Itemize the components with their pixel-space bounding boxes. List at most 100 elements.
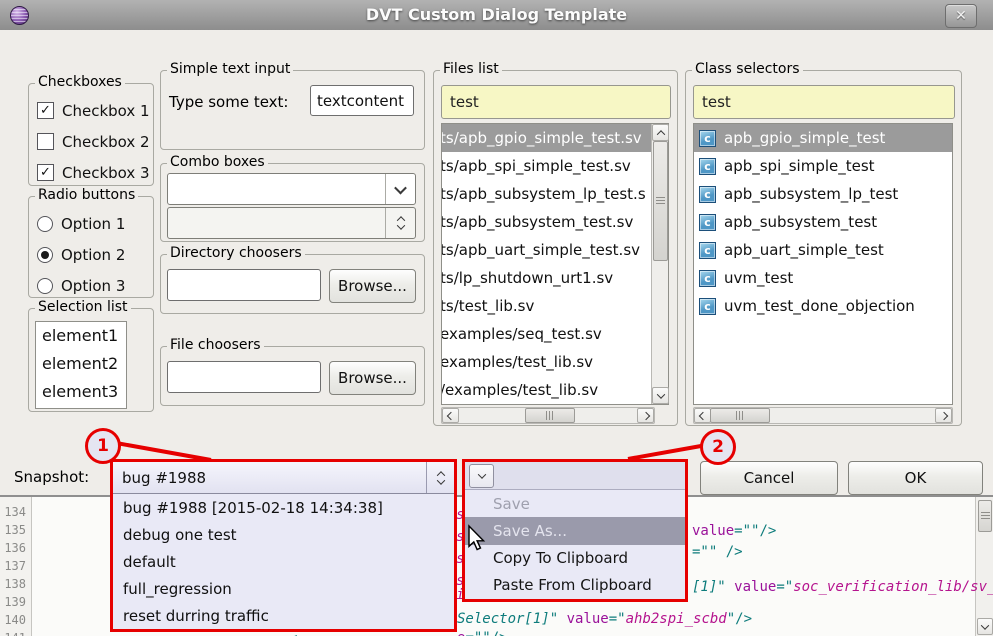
snapshot-combobox[interactable]: bug #1988 <box>113 462 454 494</box>
class-list-item[interactable]: cuvm_test <box>694 264 952 292</box>
scrollbar-thumb[interactable] <box>653 141 668 261</box>
combo-spinner-zone[interactable] <box>385 208 415 238</box>
checkbox-item[interactable]: ✓Checkbox 3 <box>37 160 153 185</box>
file-list-item[interactable]: examples/test_lib.sv <box>442 348 651 376</box>
editor-vertical-scrollbar[interactable] <box>975 497 993 636</box>
ok-button[interactable]: OK <box>848 461 983 495</box>
scroll-right-button[interactable] <box>935 408 952 423</box>
selection-list-item[interactable]: element2 <box>36 350 126 378</box>
file-list-item[interactable]: ts/apb_subsystem_lp_test.s <box>442 180 651 208</box>
selection-listbox[interactable]: element1element2element3 <box>35 321 127 409</box>
class-icon: c <box>699 270 716 287</box>
files-listbox[interactable]: ts/apb_gpio_simple_test.svts/apb_spi_sim… <box>441 123 669 405</box>
title-bar[interactable]: DVT Custom Dialog Template ✕ <box>0 0 993 31</box>
radio-icon[interactable] <box>37 216 53 232</box>
chevron-right-icon <box>641 411 649 419</box>
file-list-item[interactable]: ts/test_lib.sv <box>442 292 651 320</box>
directory-browse-button[interactable]: Browse... <box>329 269 416 303</box>
menu-item[interactable]: Save <box>465 490 685 517</box>
menu-item[interactable]: Copy To Clipboard <box>465 545 685 572</box>
save-context-menu: SaveSave As...Copy To ClipboardPaste Fro… <box>465 490 685 599</box>
radio-item[interactable]: Option 1 <box>37 211 153 236</box>
snapshot-label: Snapshot: <box>14 468 89 486</box>
line-number: 134 <box>0 503 26 521</box>
line-number: 140 <box>0 611 26 629</box>
files-vertical-scrollbar[interactable] <box>651 124 668 404</box>
class-icon: c <box>699 298 716 315</box>
checkbox-item[interactable]: ✓Checkbox 1 <box>37 98 153 123</box>
file-choosers-group: File choosers Browse... <box>160 346 425 406</box>
scroll-right-button[interactable] <box>637 408 654 423</box>
radio-icon[interactable] <box>37 247 53 263</box>
radio-buttons-group: Radio buttons Option 1Option 2Option 3 <box>28 196 154 298</box>
file-browse-button[interactable]: Browse... <box>329 361 416 395</box>
snapshot-combobox-value: bug #1988 <box>122 469 206 487</box>
snapshot-option[interactable]: default <box>113 548 454 575</box>
snapshot-option[interactable]: debug one test <box>113 521 454 548</box>
menu-item[interactable]: Paste From Clipboard <box>465 572 685 599</box>
line-number: 137 <box>0 557 26 575</box>
scroll-up-button[interactable] <box>652 124 669 141</box>
snapshot-spinner[interactable] <box>426 462 454 493</box>
class-list-item[interactable]: capb_subsystem_test <box>694 208 952 236</box>
class-horizontal-scrollbar[interactable] <box>693 407 953 424</box>
selection-list-item[interactable]: element1 <box>36 322 126 350</box>
cancel-button[interactable]: Cancel <box>700 461 838 495</box>
class-list-item[interactable]: capb_subsystem_lp_test <box>694 180 952 208</box>
snapshot-option[interactable]: full_regression <box>113 575 454 602</box>
checkbox-icon[interactable]: ✓ <box>37 102 54 119</box>
scroll-left-button[interactable] <box>442 408 459 423</box>
text-input-field[interactable]: textcontent <box>310 85 414 116</box>
file-list-item[interactable]: ts/apb_gpio_simple_test.sv <box>442 124 651 152</box>
radio-icon[interactable] <box>37 278 53 294</box>
scrollbar-thumb[interactable] <box>978 500 992 532</box>
snapshot-option[interactable]: reset durring traffic <box>113 602 454 629</box>
class-list-item[interactable]: capb_spi_simple_test <box>694 152 952 180</box>
scroll-down-button[interactable] <box>652 387 669 404</box>
files-horizontal-scrollbar[interactable] <box>441 407 655 424</box>
class-listbox[interactable]: capb_gpio_simple_testcapb_spi_simple_tes… <box>693 123 953 405</box>
class-list-item[interactable]: capb_gpio_simple_test <box>694 124 952 152</box>
snapshot-option-list: bug #1988 [2015-02-18 14:34:38]debug one… <box>113 494 454 629</box>
combo-boxes-legend: Combo boxes <box>167 154 268 170</box>
combo-boxes-group: Combo boxes <box>160 163 425 242</box>
class-label: uvm_test_done_objection <box>724 297 915 315</box>
class-filter-input[interactable]: test <box>693 85 955 119</box>
checkbox-icon[interactable]: ✓ <box>37 164 54 181</box>
file-list-item[interactable]: ts/apb_subsystem_test.sv <box>442 208 651 236</box>
file-list-item[interactable]: /examples/test_lib.sv <box>442 376 651 404</box>
file-path-field[interactable] <box>167 361 321 393</box>
radio-label: Option 2 <box>61 246 125 264</box>
radio-item[interactable]: Option 2 <box>37 242 153 267</box>
scrollbar-thumb[interactable] <box>525 408 575 423</box>
files-list-group: Files list test ts/apb_gpio_simple_test.… <box>433 70 678 426</box>
selection-list-group: Selection list element1element2element3 <box>28 308 154 412</box>
file-list-item[interactable]: examples/seq_test.sv <box>442 320 651 348</box>
save-menu-dropdown-button[interactable] <box>469 464 494 488</box>
files-filter-input[interactable]: test <box>441 85 671 119</box>
scroll-left-button[interactable] <box>694 408 711 423</box>
checkbox-item[interactable]: Checkbox 2 <box>37 129 153 154</box>
line-number: 135 <box>0 521 26 539</box>
class-list-item[interactable]: capb_uart_simple_test <box>694 236 952 264</box>
scroll-down-button[interactable] <box>977 618 993 635</box>
checkboxes-group: Checkboxes ✓Checkbox 1Checkbox 2✓Checkbo… <box>28 83 154 186</box>
file-list-item[interactable]: ts/lp_shutdown_urt1.sv <box>442 264 651 292</box>
menu-item[interactable]: Save As... <box>465 517 685 544</box>
files-list-legend: Files list <box>440 61 502 77</box>
directory-path-field[interactable] <box>167 269 321 301</box>
file-list-item[interactable]: ts/apb_uart_simple_test.sv <box>442 236 651 264</box>
checkbox-icon[interactable] <box>37 133 54 150</box>
line-number: 139 <box>0 593 26 611</box>
combo-box-2[interactable] <box>167 207 416 239</box>
combo-dropdown-zone[interactable] <box>385 174 415 204</box>
combo-box-1[interactable] <box>167 173 416 205</box>
scrollbar-thumb[interactable] <box>710 408 770 423</box>
class-list-item[interactable]: c uvm_test_done_objection <box>694 292 952 320</box>
snapshot-option[interactable]: bug #1988 [2015-02-18 14:34:38] <box>113 494 454 521</box>
selection-list-item[interactable]: element3 <box>36 378 126 406</box>
file-list-item[interactable]: ts/apb_spi_simple_test.sv <box>442 152 651 180</box>
close-button[interactable]: ✕ <box>945 4 977 28</box>
simple-text-input-legend: Simple text input <box>167 61 293 77</box>
radio-item[interactable]: Option 3 <box>37 273 153 298</box>
